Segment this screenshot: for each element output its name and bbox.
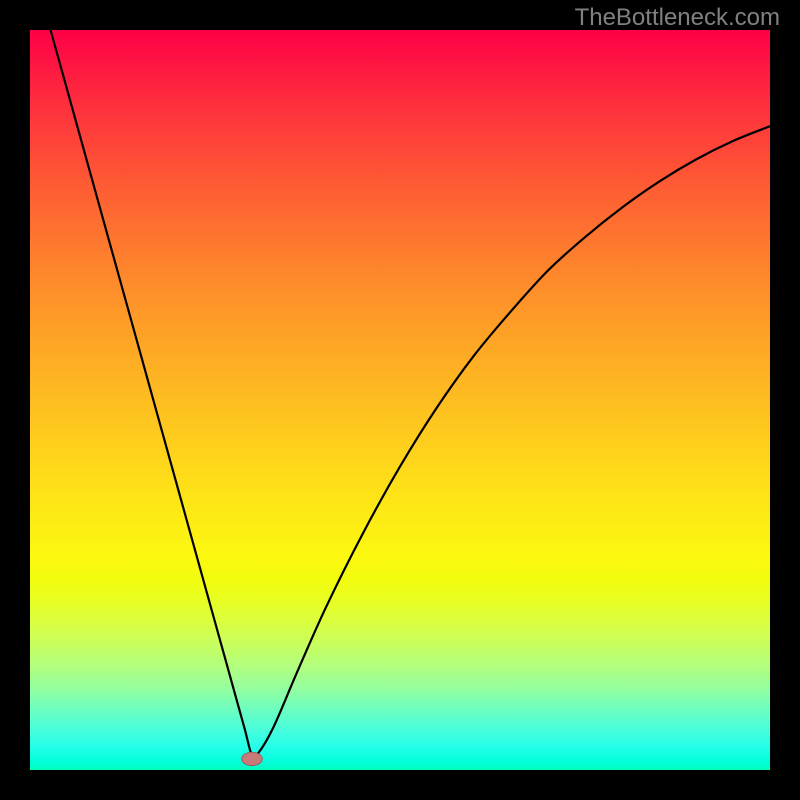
plot-area [30, 30, 770, 770]
bottleneck-curve-svg [30, 30, 770, 770]
chart-frame: TheBottleneck.com [0, 0, 800, 800]
watermark-text: TheBottleneck.com [575, 4, 780, 32]
optimum-marker [242, 752, 263, 765]
bottleneck-curve [30, 30, 770, 757]
